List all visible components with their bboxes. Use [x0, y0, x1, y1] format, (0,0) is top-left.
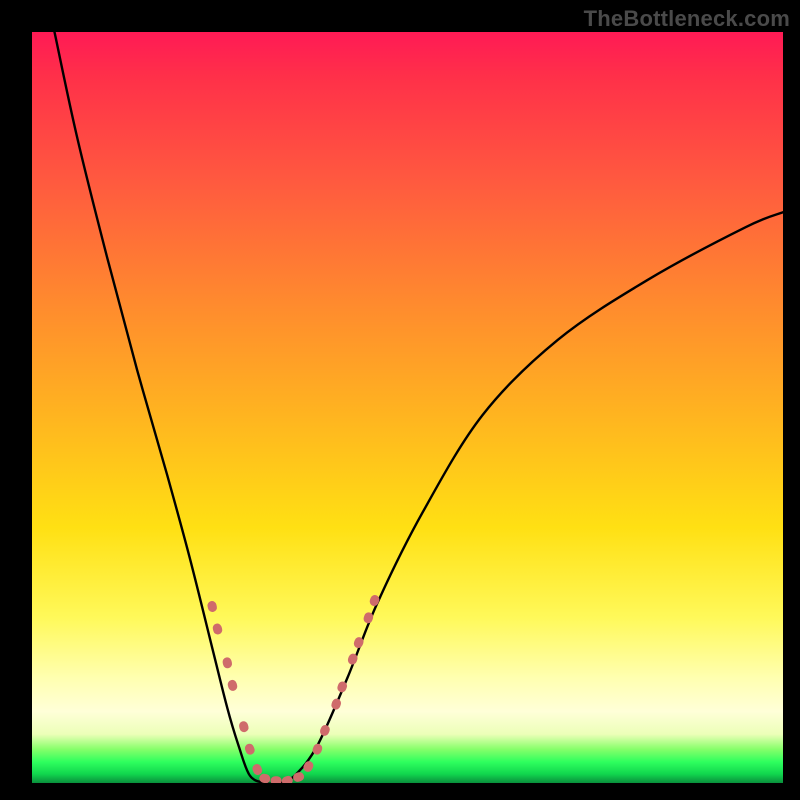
curve-marker: [207, 600, 218, 613]
curve-marker: [281, 775, 294, 783]
curve-marker: [227, 679, 239, 692]
marker-layer: [207, 594, 381, 783]
curve-marker: [244, 742, 256, 755]
chart-frame: TheBottleneck.com: [0, 0, 800, 800]
curve-marker: [271, 776, 282, 783]
curve-marker: [302, 760, 315, 774]
plot-area: [32, 32, 783, 783]
bottleneck-curve: [55, 32, 784, 783]
curve-marker: [319, 724, 332, 738]
watermark-text: TheBottleneck.com: [584, 6, 790, 32]
curve-marker: [292, 771, 305, 783]
curve-marker: [251, 763, 263, 776]
curve-marker: [238, 720, 250, 733]
chart-svg: [32, 32, 783, 783]
curve-marker: [330, 697, 342, 710]
curve-marker: [222, 656, 233, 669]
curve-marker: [368, 594, 380, 607]
curve-marker: [212, 622, 224, 635]
